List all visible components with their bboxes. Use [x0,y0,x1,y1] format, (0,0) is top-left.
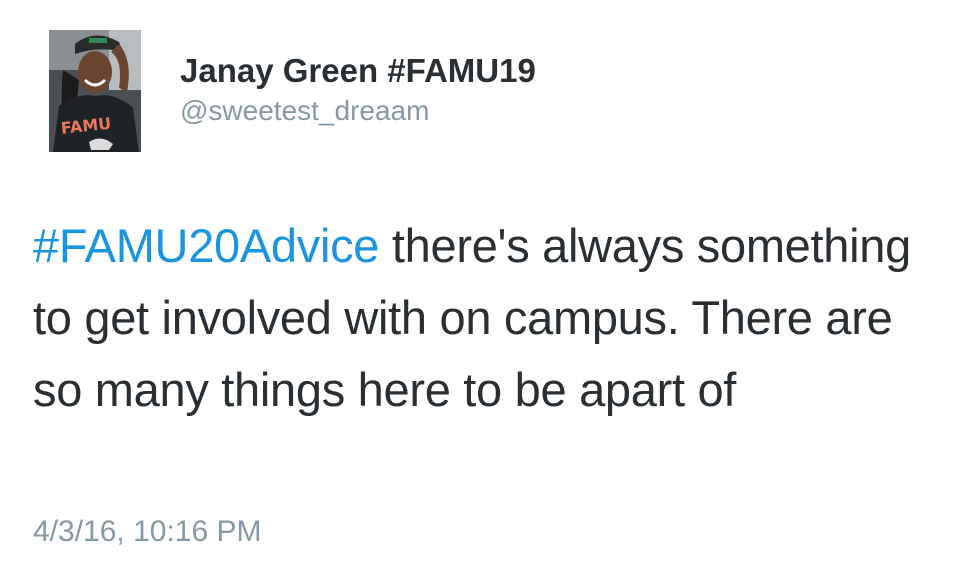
author-display-name[interactable]: Janay Green #FAMU19 [180,52,536,90]
avatar[interactable]: FAMU [49,30,141,152]
tweet-text: #FAMU20Advice there's always something t… [33,210,953,426]
hashtag-link[interactable]: #FAMU20Advice [33,219,379,272]
avatar-image: FAMU [49,30,141,152]
tweet-card: FAMU Janay Green #FAMU19 @sweetest_dreaa… [0,0,980,578]
tweet-timestamp[interactable]: 4/3/16, 10:16 PM [33,515,262,549]
author-handle[interactable]: @sweetest_dreaam [180,95,429,127]
